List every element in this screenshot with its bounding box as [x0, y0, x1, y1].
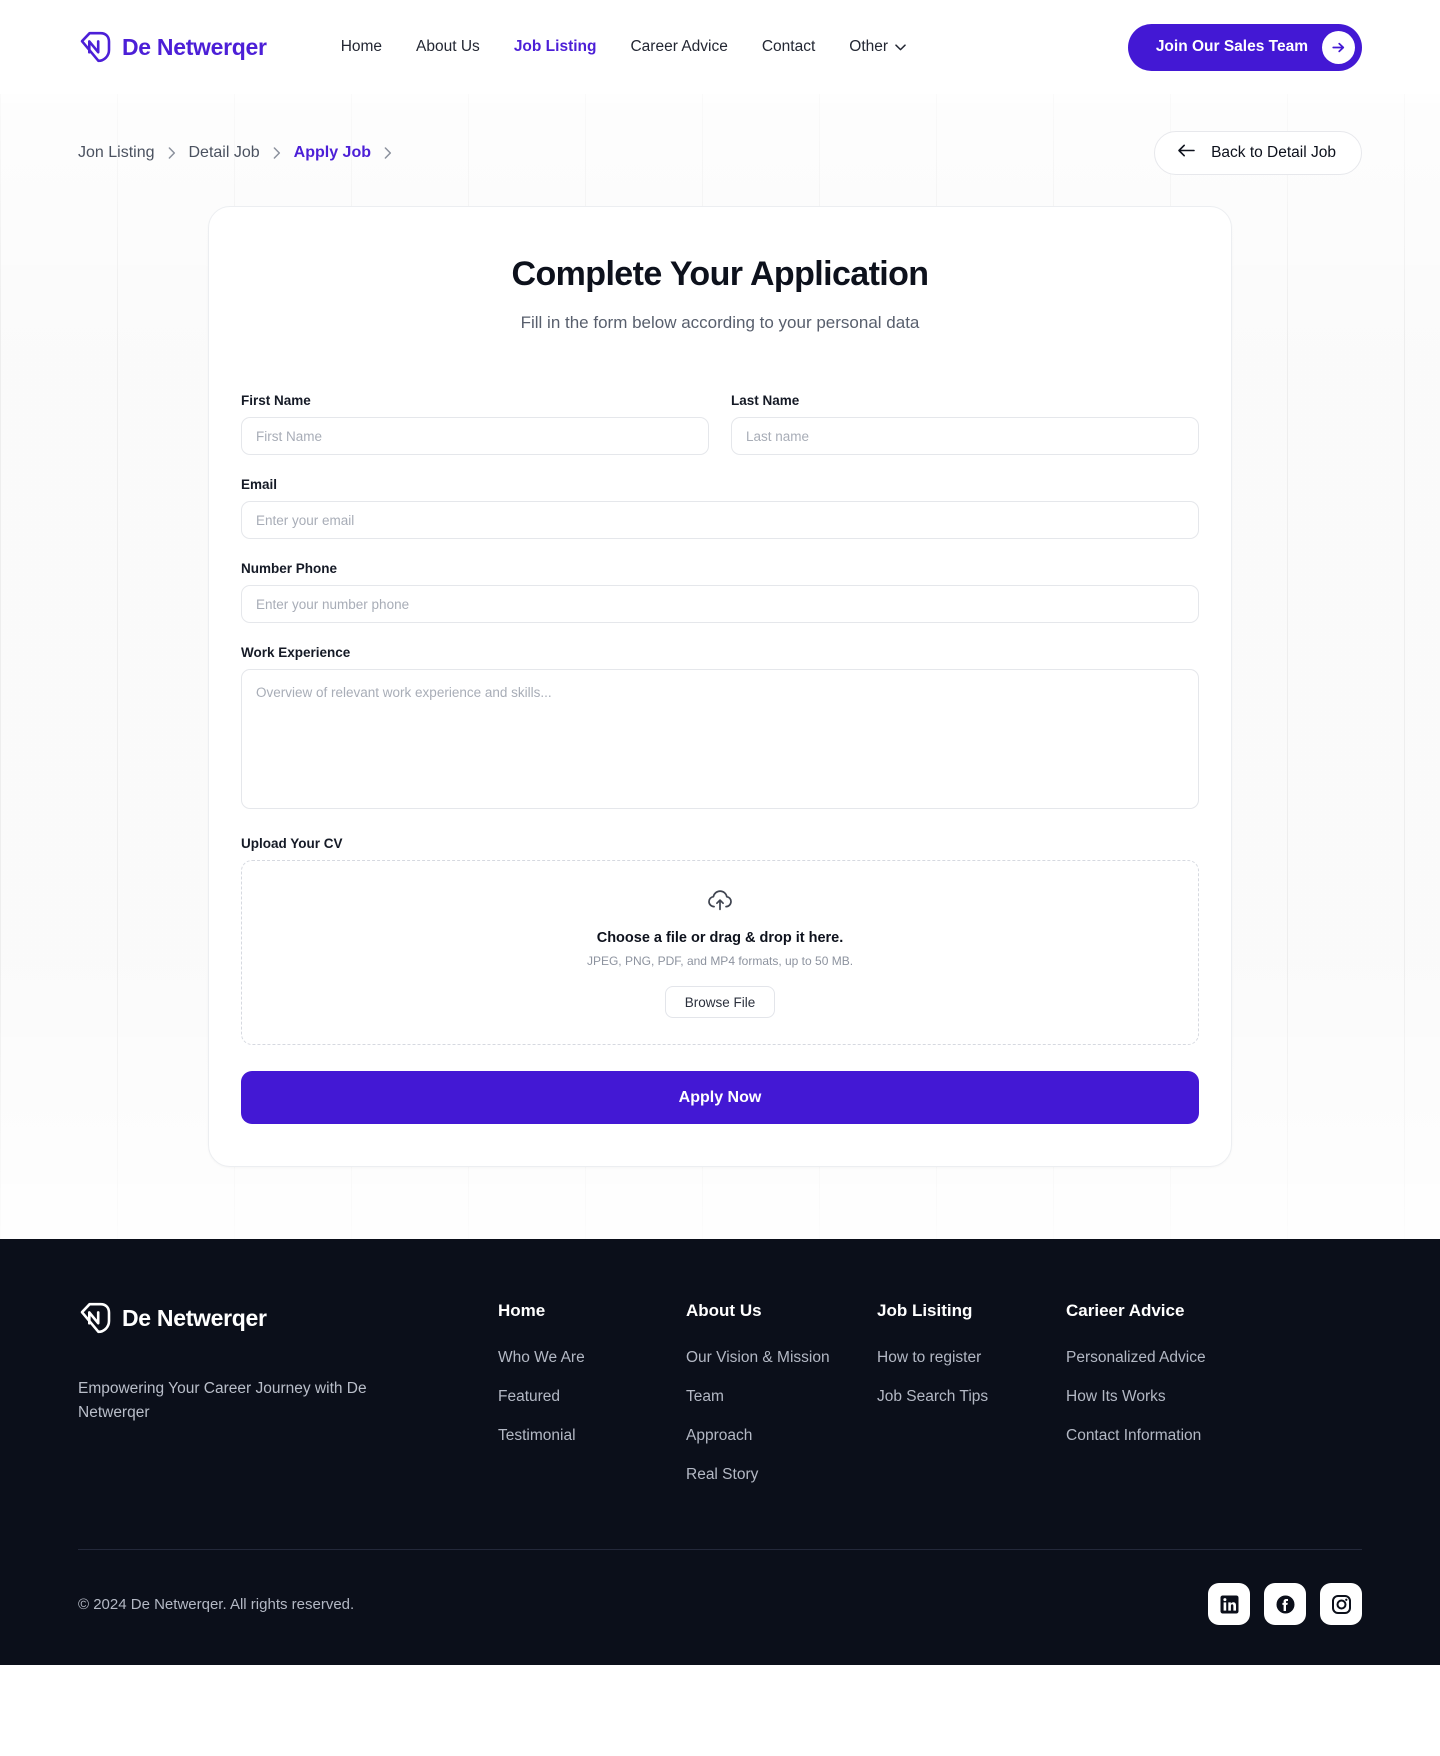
nav-item-career-advice[interactable]: Career Advice	[630, 38, 727, 56]
footer-heading-home: Home	[498, 1301, 546, 1320]
email-field[interactable]	[241, 501, 1199, 539]
work-experience-group: Work Experience	[241, 645, 1199, 814]
nav-item-contact[interactable]: Contact	[762, 38, 815, 56]
footer-link-columns: Home Who We Are Featured Testimonial Abo…	[498, 1301, 1362, 1505]
footer-heading-career-advice: Carieer Advice	[1066, 1301, 1185, 1320]
breadcrumb-item-detail-job[interactable]: Detail Job	[189, 144, 260, 162]
nav-item-other[interactable]: Other	[849, 38, 906, 56]
application-form-card: Complete Your Application Fill in the fo…	[208, 206, 1232, 1167]
last-name-group: Last Name	[731, 393, 1199, 455]
first-name-input[interactable]	[241, 417, 709, 455]
application-form: First Name Last Name Email Number Phone …	[241, 393, 1199, 1124]
nav-item-job-listing[interactable]: Job Listing	[514, 38, 597, 56]
page-body: Jon Listing Detail Job Apply Job Back to…	[0, 94, 1440, 1239]
breadcrumb-item-jon-listing[interactable]: Jon Listing	[78, 144, 155, 162]
chevron-right-icon	[168, 147, 176, 159]
footer-heading-about-us: About Us	[686, 1301, 762, 1320]
cv-dropzone[interactable]: Choose a file or drag & drop it here. JP…	[241, 860, 1199, 1045]
footer-column-about-us: About Us Our Vision & Mission Team Appro…	[686, 1301, 877, 1505]
footer-tagline: Empowering Your Career Journey with De N…	[78, 1380, 367, 1422]
chevron-right-icon	[384, 147, 392, 159]
brand-name: De Netwerqer	[122, 33, 267, 60]
first-name-group: First Name	[241, 393, 709, 455]
breadcrumb-bar: Jon Listing Detail Job Apply Job Back to…	[0, 94, 1440, 182]
footer-brand-name: De Netwerqer	[122, 1304, 267, 1331]
main-nav: Home About Us Job Listing Career Advice …	[341, 38, 906, 56]
footer-link-personalized-advice[interactable]: Personalized Advice	[1066, 1349, 1362, 1367]
first-name-label: First Name	[241, 393, 311, 408]
footer-link-how-its-works[interactable]: How Its Works	[1066, 1388, 1362, 1406]
footer-brand-block: De Netwerqer Empowering Your Career Jour…	[78, 1301, 498, 1505]
footer-column-home: Home Who We Are Featured Testimonial	[498, 1301, 686, 1505]
back-to-detail-job-label: Back to Detail Job	[1211, 144, 1336, 161]
copyright-text: © 2024 De Netwerqer. All rights reserved…	[78, 1595, 355, 1613]
name-row: First Name Last Name	[241, 393, 1199, 455]
n-monogram-logo-icon	[78, 1301, 112, 1335]
page-subtitle: Fill in the form below according to your…	[520, 313, 920, 332]
breadcrumb: Jon Listing Detail Job Apply Job	[78, 144, 392, 162]
n-monogram-logo-icon	[78, 30, 112, 64]
phone-field[interactable]	[241, 585, 1199, 623]
phone-label: Number Phone	[241, 561, 338, 576]
linkedin-icon[interactable]	[1208, 1583, 1250, 1625]
upload-cv-group: Upload Your CV Choose a file or drag & d…	[241, 836, 1199, 1045]
upload-cv-label: Upload Your CV	[241, 836, 343, 851]
footer-column-job-listing: Job Lisiting How to register Job Search …	[877, 1301, 1066, 1505]
last-name-label: Last Name	[731, 393, 800, 408]
chevron-right-icon	[273, 147, 281, 159]
email-group: Email	[241, 477, 1199, 539]
apply-now-button[interactable]: Apply Now	[241, 1071, 1199, 1124]
instagram-icon[interactable]	[1320, 1583, 1362, 1625]
nav-item-other-label: Other	[849, 38, 889, 55]
email-label: Email	[241, 477, 278, 492]
dropzone-title: Choose a file or drag & drop it here.	[596, 930, 844, 946]
nav-item-about-us[interactable]: About Us	[416, 38, 480, 56]
last-name-input[interactable]	[731, 417, 1199, 455]
footer-heading-job-listing: Job Lisiting	[877, 1301, 973, 1320]
back-to-detail-job-button[interactable]: Back to Detail Job	[1154, 131, 1362, 175]
page-title: Complete Your Application	[511, 255, 930, 293]
social-links	[1208, 1583, 1362, 1625]
footer-link-job-search-tips[interactable]: Job Search Tips	[877, 1388, 1066, 1406]
nav-item-home[interactable]: Home	[341, 38, 382, 56]
dropzone-subtitle: JPEG, PNG, PDF, and MP4 formats, up to 5…	[586, 954, 854, 968]
arrow-left-icon	[1177, 143, 1196, 163]
phone-group: Number Phone	[241, 561, 1199, 623]
footer-column-career-advice: Carieer Advice Personalized Advice How I…	[1066, 1301, 1362, 1505]
footer-link-featured[interactable]: Featured	[498, 1388, 686, 1406]
site-header: De Netwerqer Home About Us Job Listing C…	[0, 0, 1440, 94]
site-footer: De Netwerqer Empowering Your Career Jour…	[0, 1239, 1440, 1665]
footer-top: De Netwerqer Empowering Your Career Jour…	[78, 1301, 1362, 1505]
join-sales-team-label: Join Our Sales Team	[1155, 38, 1308, 55]
footer-link-testimonial[interactable]: Testimonial	[498, 1427, 686, 1445]
footer-link-how-to-register[interactable]: How to register	[877, 1349, 1066, 1367]
work-experience-label: Work Experience	[241, 645, 351, 660]
arrow-right-icon	[1322, 30, 1355, 64]
footer-link-our-vision-mission[interactable]: Our Vision & Mission	[686, 1349, 877, 1367]
footer-link-team[interactable]: Team	[686, 1388, 877, 1406]
footer-link-approach[interactable]: Approach	[686, 1427, 877, 1445]
chevron-down-icon	[895, 43, 906, 51]
footer-link-who-we-are[interactable]: Who We Are	[498, 1349, 686, 1367]
footer-link-contact-information[interactable]: Contact Information	[1066, 1427, 1362, 1445]
work-experience-textarea[interactable]	[241, 669, 1199, 809]
breadcrumb-item-apply-job[interactable]: Apply Job	[294, 144, 371, 162]
header-brand[interactable]: De Netwerqer	[78, 30, 267, 64]
facebook-icon[interactable]	[1264, 1583, 1306, 1625]
join-sales-team-button[interactable]: Join Our Sales Team	[1127, 23, 1362, 71]
browse-file-button[interactable]: Browse File	[664, 986, 776, 1018]
footer-bottom: © 2024 De Netwerqer. All rights reserved…	[78, 1550, 1362, 1665]
footer-link-real-story[interactable]: Real Story	[686, 1466, 877, 1484]
cloud-upload-icon	[707, 887, 733, 913]
footer-brand[interactable]: De Netwerqer	[78, 1301, 498, 1335]
